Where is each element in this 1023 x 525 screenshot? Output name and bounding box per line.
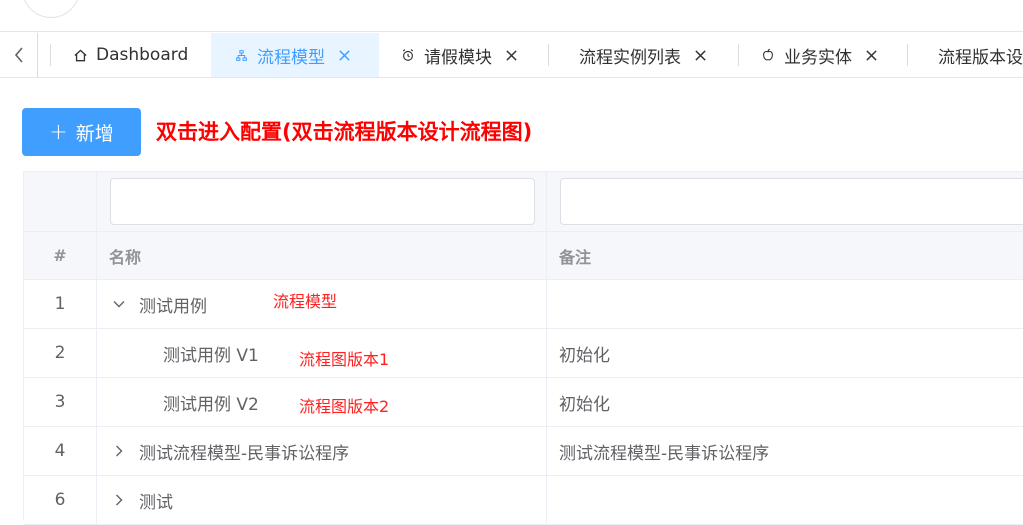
row-note: 初始化 (559, 345, 610, 366)
table-header: # 名称 备注 (24, 232, 1023, 280)
note-filter-input[interactable] (560, 178, 1023, 225)
row-index: 1 (24, 280, 97, 328)
process-model-table: # 名称 备注 1 测试用例 2 测试用例 V1 初始化 3 测试用例 V2 初… (23, 171, 1023, 525)
row-name-cell: 测试流程模型-民事诉讼程序 (97, 427, 547, 475)
tabs-bar: Dashboard 流程模型 请假模块 流程实例列表 业务实体 流程版本设 (0, 33, 1023, 78)
avatar[interactable] (22, 0, 80, 18)
top-header (0, 0, 1023, 32)
tab-label: 流程版本设 (938, 47, 1023, 68)
tab-process-instance-list[interactable]: 流程实例列表 (579, 33, 719, 77)
filter-row (24, 172, 1023, 232)
annotation-version-1: 流程图版本1 (299, 350, 390, 369)
chevron-down-icon[interactable] (109, 294, 129, 314)
row-name: 测试用例 V1 (163, 345, 259, 366)
table-row[interactable]: 6 测试 (24, 476, 1023, 525)
column-header-name[interactable]: 名称 (97, 232, 547, 279)
row-name: 测试用例 (139, 296, 207, 317)
table-row[interactable]: 3 测试用例 V2 初始化 (24, 378, 1023, 427)
close-icon[interactable] (337, 48, 351, 62)
row-index: 2 (24, 329, 97, 377)
row-note: 测试流程模型-民事诉讼程序 (559, 443, 770, 464)
tab-label: 流程模型 (257, 47, 325, 68)
close-icon[interactable] (504, 48, 518, 62)
apple-icon (760, 47, 776, 63)
chevron-left-icon (14, 47, 23, 63)
close-icon[interactable] (864, 48, 878, 62)
sitemap-icon (233, 47, 249, 63)
add-button[interactable]: + 新增 (22, 108, 141, 156)
row-name: 测试流程模型-民事诉讼程序 (139, 443, 350, 464)
home-icon (72, 47, 88, 63)
annotation-version-2: 流程图版本2 (299, 397, 390, 416)
row-index: 6 (24, 476, 97, 524)
tab-label: 请假模块 (424, 47, 492, 68)
filter-index-cell (24, 172, 97, 231)
tab-leave-module[interactable]: 请假模块 (400, 33, 525, 77)
tab-separator (907, 44, 908, 66)
row-name: 测试 (139, 492, 173, 513)
row-note (547, 280, 1023, 328)
tab-separator (50, 44, 51, 66)
row-note (547, 476, 1023, 524)
tab-label: 业务实体 (784, 47, 852, 68)
tab-separator (548, 44, 549, 66)
row-index: 3 (24, 378, 97, 426)
table-row[interactable]: 2 测试用例 V1 初始化 (24, 329, 1023, 378)
tab-process-model[interactable]: 流程模型 (211, 33, 379, 77)
alarm-icon (400, 47, 416, 63)
table-row[interactable]: 1 测试用例 (24, 280, 1023, 329)
row-note: 初始化 (559, 394, 610, 415)
annotation-model: 流程模型 (273, 292, 338, 311)
chevron-right-icon[interactable] (109, 441, 129, 461)
tab-process-version-design[interactable]: 流程版本设 (938, 33, 1023, 77)
row-index: 4 (24, 427, 97, 475)
table-row[interactable]: 4 测试流程模型-民事诉讼程序 测试流程模型-民事诉讼程序 (24, 427, 1023, 476)
chevron-right-icon[interactable] (109, 490, 129, 510)
close-icon[interactable] (693, 48, 707, 62)
tab-business-entity[interactable]: 业务实体 (760, 33, 885, 77)
column-header-index: # (24, 232, 97, 279)
tabs-scroll-left-button[interactable] (0, 33, 38, 77)
name-filter-input[interactable] (110, 178, 535, 225)
plus-icon: + (49, 119, 68, 145)
row-name-cell: 测试 (97, 476, 547, 524)
row-name: 测试用例 V2 (163, 394, 259, 415)
column-header-note[interactable]: 备注 (547, 232, 1023, 279)
tab-label: 流程实例列表 (579, 47, 681, 68)
add-button-label: 新增 (75, 122, 114, 145)
tab-separator (738, 44, 739, 66)
tab-dashboard[interactable]: Dashboard (72, 33, 208, 77)
tab-label: Dashboard (96, 45, 189, 65)
instruction-hint: 双击进入配置(双击流程版本设计流程图) (156, 120, 533, 144)
